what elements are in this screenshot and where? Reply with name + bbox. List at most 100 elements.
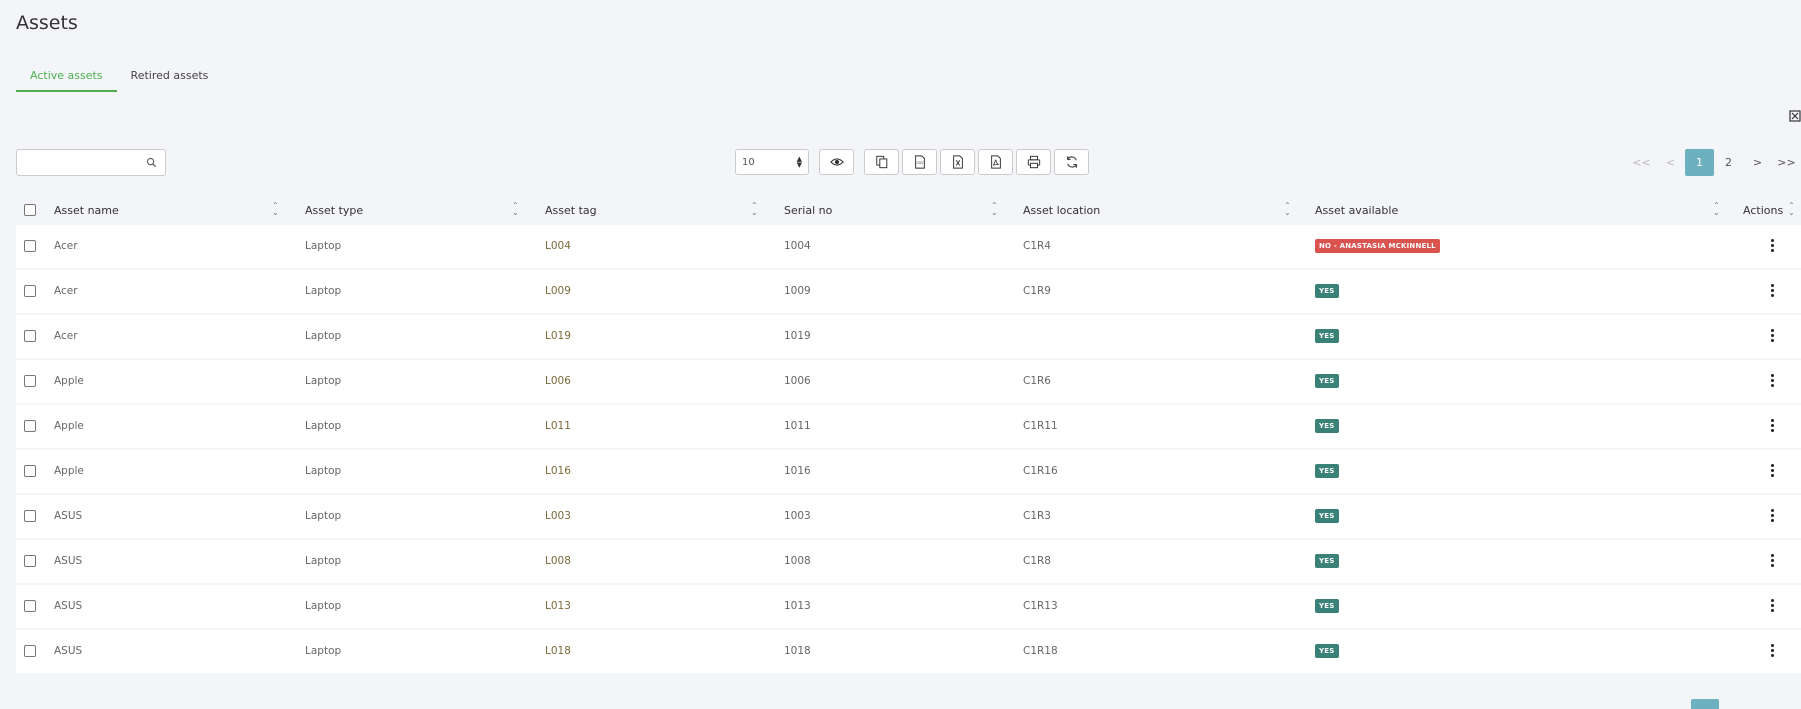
print-button[interactable]	[1016, 149, 1051, 175]
pdf-icon	[990, 155, 1001, 169]
asset-location-cell: C1R4	[1023, 240, 1051, 252]
table-row: ASUS Laptop L018 1018 C1R18 YES	[16, 630, 1801, 673]
col-serial-no[interactable]: Serial no	[784, 204, 832, 217]
col-asset-available[interactable]: Asset available	[1315, 204, 1398, 217]
asset-type-cell: Laptop	[305, 600, 342, 612]
tab-active-assets[interactable]: Active assets	[16, 64, 117, 92]
row-checkbox[interactable]	[24, 420, 36, 432]
row-actions-menu-icon[interactable]	[1770, 553, 1774, 568]
availability-badge: YES	[1315, 374, 1339, 388]
select-all-checkbox[interactable]	[24, 204, 36, 216]
export-excel-button[interactable]	[940, 149, 975, 175]
row-checkbox[interactable]	[24, 240, 36, 252]
table-row: Acer Laptop L019 1019 YES	[16, 315, 1801, 358]
select-arrows-icon: ▲ ▼	[796, 155, 802, 169]
col-asset-type[interactable]: Asset type	[305, 204, 363, 217]
serial-no-cell: 1004	[784, 240, 811, 252]
row-actions-menu-icon[interactable]	[1770, 418, 1774, 433]
search-input[interactable]	[17, 150, 142, 175]
row-checkbox[interactable]	[24, 555, 36, 567]
asset-location-cell: C1R18	[1023, 645, 1058, 657]
asset-tag-cell: L016	[545, 465, 571, 477]
refresh-button[interactable]	[1054, 149, 1089, 175]
availability-badge: YES	[1315, 554, 1339, 568]
sort-asset-type-icon[interactable]: ⌃ ⌄	[512, 202, 519, 217]
asset-name-cell: Acer	[54, 285, 78, 297]
excel-icon	[952, 155, 963, 169]
asset-location-cell: C1R6	[1023, 375, 1051, 387]
row-actions-menu-icon[interactable]	[1770, 598, 1774, 613]
sort-serial-no-icon[interactable]: ⌃ ⌄	[991, 202, 998, 217]
page-next[interactable]: >	[1743, 149, 1772, 176]
column-visibility-button[interactable]	[819, 149, 854, 175]
sort-asset-name-icon[interactable]: ⌃ ⌄	[272, 202, 279, 217]
asset-location-cell: C1R16	[1023, 465, 1058, 477]
asset-type-cell: Laptop	[305, 375, 342, 387]
row-checkbox[interactable]	[24, 645, 36, 657]
table-header: Asset name ⌃ ⌄ Asset type ⌃ ⌄ Asset tag ⌃ ⌄…	[16, 195, 1801, 225]
page-size-value: 10	[742, 156, 755, 168]
row-actions-menu-icon[interactable]	[1770, 463, 1774, 478]
row-checkbox[interactable]	[24, 330, 36, 342]
row-checkbox[interactable]	[24, 375, 36, 387]
col-asset-location[interactable]: Asset location	[1023, 204, 1100, 217]
row-checkbox[interactable]	[24, 600, 36, 612]
asset-tag-cell: L019	[545, 330, 571, 342]
bottom-pagination-active[interactable]	[1691, 699, 1719, 709]
serial-no-cell: 1016	[784, 465, 811, 477]
asset-location-cell: C1R3	[1023, 510, 1051, 522]
page-prev[interactable]: <	[1656, 149, 1685, 176]
export-csv-button[interactable]: CSV	[902, 149, 937, 175]
row-actions-menu-icon[interactable]	[1770, 238, 1774, 253]
sort-asset-location-icon[interactable]: ⌃ ⌄	[1284, 202, 1291, 217]
asset-tag-cell: L008	[545, 555, 571, 567]
page-1[interactable]: 1	[1685, 149, 1714, 176]
asset-type-cell: Laptop	[305, 240, 342, 252]
asset-type-cell: Laptop	[305, 465, 342, 477]
row-actions-menu-icon[interactable]	[1770, 373, 1774, 388]
row-actions-menu-icon[interactable]	[1770, 508, 1774, 523]
availability-badge: YES	[1315, 509, 1339, 523]
export-pdf-button[interactable]	[978, 149, 1013, 175]
copy-button[interactable]	[864, 149, 899, 175]
availability-badge: YES	[1315, 419, 1339, 433]
table-toolbar: 10 ▲ ▼ CSV	[735, 149, 1089, 175]
sort-actions-icon[interactable]: ⌃ ⌄	[1788, 202, 1795, 217]
search-icon[interactable]	[146, 157, 157, 168]
page-first[interactable]: <<	[1627, 149, 1656, 176]
row-checkbox[interactable]	[24, 510, 36, 522]
row-actions-menu-icon[interactable]	[1770, 643, 1774, 658]
asset-type-cell: Laptop	[305, 330, 342, 342]
row-actions-menu-icon[interactable]	[1770, 283, 1774, 298]
asset-tabs: Active assets Retired assets	[16, 64, 222, 92]
col-actions[interactable]: Actions	[1743, 204, 1783, 217]
serial-no-cell: 1009	[784, 285, 811, 297]
availability-badge: NO - ANASTASIA MCKINNELL	[1315, 239, 1440, 253]
row-checkbox[interactable]	[24, 285, 36, 297]
table-row: ASUS Laptop L013 1013 C1R13 YES	[16, 585, 1801, 628]
fullscreen-icon[interactable]	[1789, 110, 1801, 122]
page-size-select[interactable]: 10 ▲ ▼	[735, 149, 809, 175]
assets-table: Asset name ⌃ ⌄ Asset type ⌃ ⌄ Asset tag ⌃ ⌄…	[16, 195, 1801, 675]
table-body: Acer Laptop L004 1004 C1R4 NO - ANASTASI…	[16, 225, 1801, 673]
tab-retired-assets[interactable]: Retired assets	[117, 64, 223, 92]
page-2[interactable]: 2	[1714, 149, 1743, 176]
asset-type-cell: Laptop	[305, 420, 342, 432]
copy-icon	[875, 155, 887, 169]
row-actions-menu-icon[interactable]	[1770, 328, 1774, 343]
serial-no-cell: 1018	[784, 645, 811, 657]
availability-badge: YES	[1315, 644, 1339, 658]
page-title: Assets	[16, 12, 78, 34]
col-asset-tag[interactable]: Asset tag	[545, 204, 597, 217]
asset-name-cell: ASUS	[54, 645, 83, 657]
refresh-icon	[1066, 156, 1077, 168]
sort-asset-tag-icon[interactable]: ⌃ ⌄	[751, 202, 758, 217]
row-checkbox[interactable]	[24, 465, 36, 477]
page-last[interactable]: >>	[1772, 149, 1801, 176]
asset-type-cell: Laptop	[305, 285, 342, 297]
search-field[interactable]	[16, 149, 166, 176]
availability-badge: YES	[1315, 599, 1339, 613]
sort-asset-available-icon[interactable]: ⌃ ⌄	[1713, 202, 1720, 217]
asset-location-cell: C1R8	[1023, 555, 1051, 567]
col-asset-name[interactable]: Asset name	[54, 204, 119, 217]
